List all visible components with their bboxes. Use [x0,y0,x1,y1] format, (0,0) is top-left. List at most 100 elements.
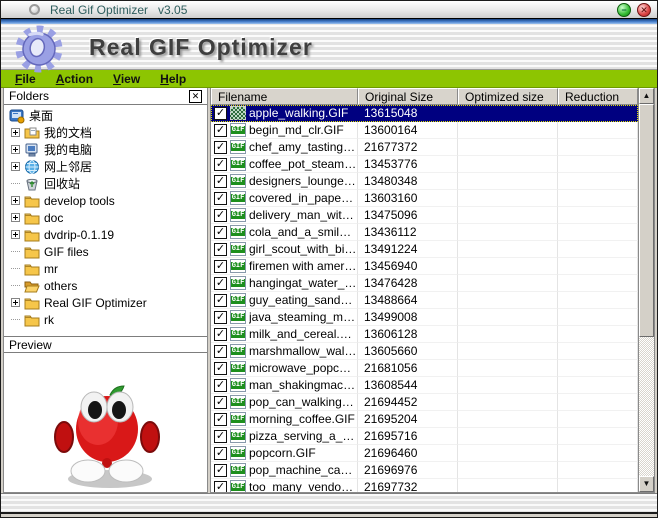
tree-item-real-gif-optimizer[interactable]: Real GIF Optimizer [4,294,207,311]
file-row-cola-and-a-smile-gif[interactable]: ✓ cola_and_a_smile.GIF13436112 [211,224,638,241]
file-checkbox[interactable]: ✓ [214,157,227,171]
minimize-button[interactable]: − [617,2,631,17]
tree-item-others[interactable]: others [4,277,207,294]
file-checkbox[interactable]: ✓ [214,310,227,324]
filename-cell: ✓ begin_md_clr.GIF [211,122,358,139]
app-icon [29,4,40,15]
column-header-reduction[interactable]: Reduction [558,88,638,105]
tree-item-label: others [44,278,78,293]
filename-cell: ✓ popcorn.GIF [211,445,358,462]
file-checkbox[interactable]: ✓ [214,395,227,409]
file-row-apple-walking-gif[interactable]: ✓ apple_walking.GIF 13615048 [211,105,638,122]
file-row-morning-coffee-gif[interactable]: ✓ morning_coffee.GIF21695204 [211,411,638,428]
expand-plus-icon[interactable] [11,145,20,154]
scroll-up-button[interactable]: ▲ [639,88,654,104]
file-row-java-steaming-md-cl-[interactable]: ✓ java_steaming_md_cl...13499008 [211,309,638,326]
expand-plus-icon[interactable] [11,162,20,171]
column-header-filename[interactable]: Filename [211,88,358,105]
file-checkbox[interactable]: ✓ [214,208,227,222]
tree-item-develop-tools[interactable]: develop tools [4,192,207,209]
file-checkbox[interactable]: ✓ [214,259,227,273]
scrollbar-track[interactable] [639,337,654,476]
close-folders-panel-button[interactable]: ✕ [189,89,202,103]
file-checkbox[interactable]: ✓ [214,123,227,137]
file-checkbox[interactable]: ✓ [214,225,227,239]
expand-plus-icon[interactable] [11,128,20,137]
expand-plus-icon[interactable] [11,213,20,222]
expand-plus-icon[interactable] [11,196,20,205]
scrollbar-thumb[interactable] [639,104,654,337]
original-size-cell: 13615048 [358,105,458,122]
tree-connector [11,268,20,269]
tree-item-我的文档[interactable]: 我的文档 [4,124,207,141]
file-row-too-many-vendors-gif[interactable]: ✓ too_many_vendors.GIF21697732 [211,479,638,492]
file-checkbox[interactable]: ✓ [214,174,227,188]
file-row-covered-in-papers-gif[interactable]: ✓ covered_in_papers.GIF13603160 [211,190,638,207]
file-checkbox[interactable]: ✓ [214,429,227,443]
file-row-hangingat-water-coo-[interactable]: ✓ hangingat_water_coo...13476428 [211,275,638,292]
file-row-microwave-popcorn-[interactable]: ✓ microwave_popcorn....21681056 [211,360,638,377]
file-checkbox[interactable]: ✓ [214,242,227,256]
file-row-guy-eating-sandwich-[interactable]: ✓ guy_eating_sandwich...13488664 [211,292,638,309]
menu-item-view[interactable]: View [103,72,150,86]
file-checkbox[interactable]: ✓ [214,276,227,290]
expand-plus-icon[interactable] [11,298,20,307]
file-row-pop-can-walking-lg-[interactable]: ✓ pop_can_walking_lg...21694452 [211,394,638,411]
original-size-cell: 13606128 [358,326,458,343]
file-checkbox[interactable]: ✓ [214,140,227,154]
tree-item-rk[interactable]: rk [4,311,207,328]
preview-panel-header: Preview [4,336,207,353]
vertical-scrollbar[interactable]: ▲ ▼ [638,88,654,492]
original-size-cell: 13456940 [358,258,458,275]
file-name: delivery_man_with_b... [249,208,357,222]
tree-item-我的电脑[interactable]: 我的电脑 [4,141,207,158]
tree-item-回收站[interactable]: 回收站 [4,175,207,192]
tree-item-mr[interactable]: mr [4,260,207,277]
filename-cell: ✓ marshmallow_walking... [211,343,358,360]
folder-icon [23,244,40,260]
tree-item-label: Real GIF Optimizer [44,295,147,310]
file-row-pop-machine-can-dr-[interactable]: ✓ pop_machine_can_dr...21696976 [211,462,638,479]
file-checkbox[interactable]: ✓ [214,378,227,392]
column-header-original-size[interactable]: Original Size [358,88,458,105]
file-row-firemen-with-american-[interactable]: ✓ firemen with american...13456940 [211,258,638,275]
file-row-coffee-pot-steaming-[interactable]: ✓ coffee_pot_steaming...13453776 [211,156,638,173]
close-button[interactable]: ✕ [637,2,651,17]
reduction-cell [558,207,638,224]
optimized-size-cell [458,139,558,156]
file-row-marshmallow-walking-[interactable]: ✓ marshmallow_walking...13605660 [211,343,638,360]
gif-file-icon [230,378,246,392]
file-row-milk-and-cereal-gif[interactable]: ✓ milk_and_cereal.GIF13606128 [211,326,638,343]
file-row-girl-scout-with-big-c-[interactable]: ✓ girl_scout_with_big_c...13491224 [211,241,638,258]
expand-plus-icon[interactable] [11,230,20,239]
menu-item-help[interactable]: Help [150,72,196,86]
file-checkbox[interactable]: ✓ [214,106,227,120]
file-row-delivery-man-with-b-[interactable]: ✓ delivery_man_with_b...13475096 [211,207,638,224]
tree-item-doc[interactable]: doc [4,209,207,226]
file-checkbox[interactable]: ✓ [214,344,227,358]
file-checkbox[interactable]: ✓ [214,361,227,375]
tree-item-桌面[interactable]: 桌面 [4,107,207,124]
column-header-optimized-size[interactable]: Optimized size [458,88,558,105]
tree-item-网上邻居[interactable]: 网上邻居 [4,158,207,175]
file-checkbox[interactable]: ✓ [214,463,227,477]
gif-file-icon [230,446,246,460]
gif-file-icon [230,310,246,324]
file-checkbox[interactable]: ✓ [214,412,227,426]
menu-rest: ction [64,71,94,86]
tree-item-gif-files[interactable]: GIF files [4,243,207,260]
file-row-designers-lounge-ma-[interactable]: ✓ designers_lounge_ma...13480348 [211,173,638,190]
file-row-begin-md-clr-gif[interactable]: ✓ begin_md_clr.GIF 13600164 [211,122,638,139]
scroll-down-button[interactable]: ▼ [639,476,654,492]
file-checkbox[interactable]: ✓ [214,293,227,307]
file-checkbox[interactable]: ✓ [214,480,227,492]
file-checkbox[interactable]: ✓ [214,446,227,460]
reduction-cell [558,462,638,479]
tree-item-dvdrip-0.1.19[interactable]: dvdrip-0.1.19 [4,226,207,243]
file-row-pizza-serving-a-slice-[interactable]: ✓ pizza_serving_a_slice...21695716 [211,428,638,445]
file-checkbox[interactable]: ✓ [214,191,227,205]
file-row-popcorn-gif[interactable]: ✓ popcorn.GIF 21696460 [211,445,638,462]
file-row-man-shakingmachine-[interactable]: ✓ man_shakingmachine...13608544 [211,377,638,394]
file-checkbox[interactable]: ✓ [214,327,227,341]
file-row-chef-amy-tasting-fro-[interactable]: ✓ chef_amy_tasting_fro...21677372 [211,139,638,156]
